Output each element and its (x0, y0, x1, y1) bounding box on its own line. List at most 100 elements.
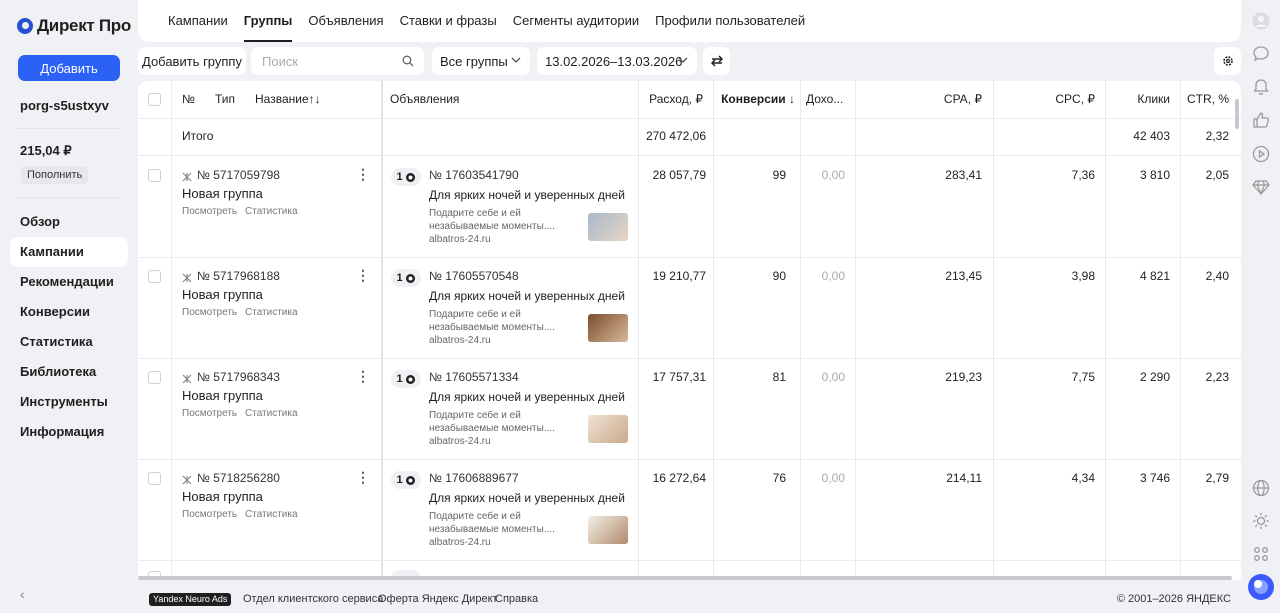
row-menu-icon[interactable]: ⋮ (356, 166, 370, 183)
col-header-name[interactable]: Название↑↓ (255, 92, 321, 106)
footer-link-offer[interactable]: Оферта Яндекс Директ (378, 593, 498, 605)
spend-value: 28 057,79 (652, 168, 706, 182)
ad-id[interactable]: № 17603541790 (429, 168, 519, 182)
ad-id[interactable]: № 17606889677 (429, 471, 519, 485)
group-view-link[interactable]: Посмотреть (182, 307, 237, 318)
tab-bids-phrases[interactable]: Ставки и фразы (400, 0, 497, 42)
group-view-link[interactable]: Посмотреть (182, 206, 237, 217)
row-menu-icon[interactable]: ⋮ (356, 368, 370, 385)
group-name[interactable]: Новая группа (182, 489, 263, 504)
add-group-button[interactable]: Добавить группу (138, 47, 246, 75)
group-stats-link[interactable]: Статистика (245, 509, 298, 520)
row-menu-icon[interactable]: ⋮ (356, 469, 370, 486)
sidebar-item-statistics[interactable]: Статистика (10, 327, 128, 357)
group-name[interactable]: Новая группа (182, 287, 263, 302)
apps-icon[interactable] (1252, 545, 1270, 563)
ad-title[interactable]: Для ярких ночей и уверенных дней (429, 289, 625, 303)
avatar-icon[interactable] (1252, 12, 1270, 30)
compare-button[interactable] (703, 47, 730, 75)
groups-filter-select[interactable]: Все группы (432, 47, 530, 75)
ad-domain: albatros-24.ru (429, 537, 491, 548)
footer-link-support[interactable]: Отдел клиентского сервиса (243, 593, 383, 605)
sidebar-item-conversions[interactable]: Конверсии (10, 297, 128, 327)
ad-image[interactable] (588, 415, 628, 443)
group-name[interactable]: Новая группа (182, 186, 263, 201)
tab-campaigns[interactable]: Кампании (168, 0, 228, 42)
ad-title[interactable]: Для ярких ночей и уверенных дней (429, 188, 625, 202)
chat-icon[interactable] (1252, 45, 1270, 63)
date-range-select[interactable]: 13.02.2026–13.03.2026 (537, 47, 697, 75)
ad-count-badge[interactable]: 1 (391, 269, 421, 287)
col-header-ctr[interactable]: CTR, % (1180, 92, 1229, 106)
search-input[interactable]: Поиск (251, 47, 424, 75)
group-stats-link[interactable]: Статистика (245, 408, 298, 419)
col-header-type[interactable]: Тип (215, 92, 235, 106)
sidebar-item-library[interactable]: Библиотека (10, 357, 128, 387)
diamond-icon[interactable] (1252, 178, 1270, 196)
row-checkbox[interactable] (148, 270, 161, 283)
select-all-checkbox[interactable] (148, 93, 161, 106)
col-header-cpc[interactable]: CPC, ₽ (993, 92, 1095, 106)
row-checkbox[interactable] (148, 169, 161, 182)
col-header-spend[interactable]: Расход, ₽ (638, 92, 703, 106)
horizontal-scrollbar[interactable] (138, 576, 1232, 580)
tab-audience-segments[interactable]: Сегменты аудитории (513, 0, 639, 42)
ad-title[interactable]: Для ярких ночей и уверенных дней (429, 491, 625, 505)
sidebar-item-tools[interactable]: Инструменты (10, 387, 128, 417)
sun-icon[interactable] (1252, 512, 1270, 530)
clicks-value: 4 821 (1139, 269, 1170, 283)
sidebar-item-info[interactable]: Информация (10, 417, 128, 447)
account-login[interactable]: porg-s5ustxyv (20, 98, 109, 113)
tab-ads[interactable]: Объявления (308, 0, 383, 42)
row-checkbox[interactable] (148, 371, 161, 384)
sidebar-item-campaigns[interactable]: Кампании (10, 237, 128, 267)
group-name[interactable]: Новая группа (182, 388, 263, 403)
ad-image[interactable] (588, 516, 628, 544)
row-menu-icon[interactable]: ⋮ (356, 267, 370, 284)
group-stats-link[interactable]: Статистика (245, 307, 298, 318)
group-id[interactable]: № 5717968343 (197, 370, 280, 384)
ad-title[interactable]: Для ярких ночей и уверенных дней (429, 390, 625, 404)
play-icon[interactable] (1252, 145, 1270, 163)
group-view-link[interactable]: Посмотреть (182, 509, 237, 520)
ad-count-badge[interactable]: 1 (391, 471, 421, 489)
group-id[interactable]: № 5717968188 (197, 269, 280, 283)
collapse-sidebar-icon[interactable]: ‹ (20, 586, 25, 602)
col-header-ads[interactable]: Объявления (390, 92, 459, 106)
date-range-value: 13.02.2026–13.03.2026 (545, 53, 683, 69)
assistant-icon[interactable] (1247, 573, 1275, 601)
col-header-clicks[interactable]: Клики (1105, 92, 1170, 106)
ad-count-badge[interactable]: 1 (391, 370, 421, 388)
topup-button[interactable]: Пополнить (21, 166, 89, 184)
sidebar-item-recommendations[interactable]: Рекомендации (10, 267, 128, 297)
vertical-scrollbar[interactable] (1235, 99, 1239, 129)
ad-count-badge[interactable]: 1 (391, 168, 421, 186)
ad-image[interactable] (588, 314, 628, 342)
group-type-icon (182, 172, 192, 182)
footer-link-help[interactable]: Справка (495, 593, 538, 605)
copyright: © 2001–2026 ЯНДЕКС (1116, 593, 1231, 605)
tab-groups[interactable]: Группы (243, 0, 292, 42)
sidebar-item-overview[interactable]: Обзор (10, 207, 128, 237)
neuro-ads-badge[interactable]: Yandex Neuro Ads (149, 593, 232, 606)
ad-id[interactable]: № 17605571334 (429, 370, 519, 384)
bell-icon[interactable] (1252, 78, 1270, 96)
logo[interactable]: Директ Про (17, 16, 131, 36)
col-header-cpa[interactable]: CPA, ₽ (855, 92, 982, 106)
table-settings-button[interactable] (1214, 47, 1241, 75)
tab-user-profiles[interactable]: Профили пользователей (655, 0, 805, 42)
tabs: Кампании Группы Объявления Ставки и фраз… (168, 0, 821, 42)
thumbs-up-icon[interactable] (1252, 111, 1270, 129)
ad-image[interactable] (588, 213, 628, 241)
add-button[interactable]: Добавить (18, 55, 120, 81)
group-view-link[interactable]: Посмотреть (182, 408, 237, 419)
ad-id[interactable]: № 17605570548 (429, 269, 519, 283)
row-checkbox[interactable] (148, 472, 161, 485)
group-stats-link[interactable]: Статистика (245, 206, 298, 217)
globe-icon[interactable] (1252, 479, 1270, 497)
col-header-conversions[interactable]: Конверсии ↓ (713, 92, 795, 106)
col-header-number[interactable]: № (182, 92, 195, 106)
group-id[interactable]: № 5718256280 (197, 471, 280, 485)
group-id[interactable]: № 5717059798 (197, 168, 280, 182)
col-header-income[interactable]: Дохо... (806, 92, 843, 106)
